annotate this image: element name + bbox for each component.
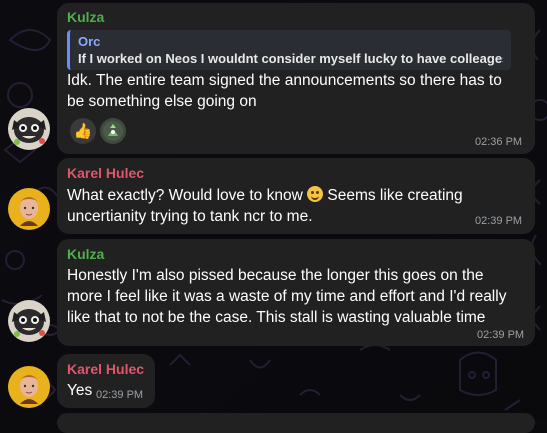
grinning-face-icon xyxy=(307,186,324,202)
sender-name[interactable]: Kulza xyxy=(67,9,104,25)
message-list[interactable]: Kulza Orc If I worked on Neos I wouldnt … xyxy=(0,0,547,433)
plant-creature-icon xyxy=(103,121,123,141)
reply-text: If I worked on Neos I wouldnt consider m… xyxy=(78,51,503,66)
message-text-line: What exactly? Would love to know Seems l… xyxy=(67,185,463,206)
avatar-kulza[interactable] xyxy=(8,300,50,342)
message-text-line: Idk. The entire team signed the announce… xyxy=(67,72,502,89)
avatar-karel-hulec[interactable] xyxy=(8,188,50,230)
message-bubble-karel-2[interactable]: Karel Hulec Yes 02:39 PM xyxy=(57,354,155,408)
sender-name[interactable]: Kulza xyxy=(67,246,104,262)
message-timestamp: 02:39 PM xyxy=(475,215,523,227)
message-bubble-partial[interactable] xyxy=(57,413,535,433)
message-text: Yes xyxy=(67,382,93,399)
message-timestamp: 02:39 PM xyxy=(477,329,525,341)
reaction-custom-emoji[interactable] xyxy=(100,118,126,144)
message-text-fragment: Seems like creating xyxy=(323,187,463,204)
message-text-line: more I feel like it was a waste of my ti… xyxy=(67,288,507,305)
message-text-fragment: What exactly? Would love to know xyxy=(67,187,308,204)
thumbs-up-icon: 👍 xyxy=(73,123,93,140)
reply-preview[interactable]: Orc If I worked on Neos I wouldnt consid… xyxy=(67,30,511,70)
reaction-thumbs-up[interactable]: 👍 xyxy=(70,118,96,144)
message-text-line: be something else going on xyxy=(67,93,257,110)
sender-name[interactable]: Karel Hulec xyxy=(67,165,144,181)
sender-name[interactable]: Karel Hulec xyxy=(67,361,144,377)
message-text-line: uncertianity trying to tank ncr to me. xyxy=(67,208,313,225)
reply-sender-name: Orc xyxy=(78,34,101,49)
message-bubble-kulza-1[interactable]: Kulza Orc If I worked on Neos I wouldnt … xyxy=(57,3,535,154)
message-bubble-kulza-2[interactable]: Kulza Honestly I'm also pissed because t… xyxy=(57,239,535,346)
message-text-line: like that to not be the case. This stall… xyxy=(67,309,486,326)
message-bubble-karel-1[interactable]: Karel Hulec What exactly? Would love to … xyxy=(57,158,535,234)
avatar-karel-hulec[interactable] xyxy=(8,366,50,408)
message-timestamp: 02:36 PM xyxy=(475,136,523,148)
avatar-kulza[interactable] xyxy=(8,108,50,150)
message-text-line: Honestly I'm also pissed because the lon… xyxy=(67,267,484,284)
message-timestamp: 02:39 PM xyxy=(96,389,144,401)
